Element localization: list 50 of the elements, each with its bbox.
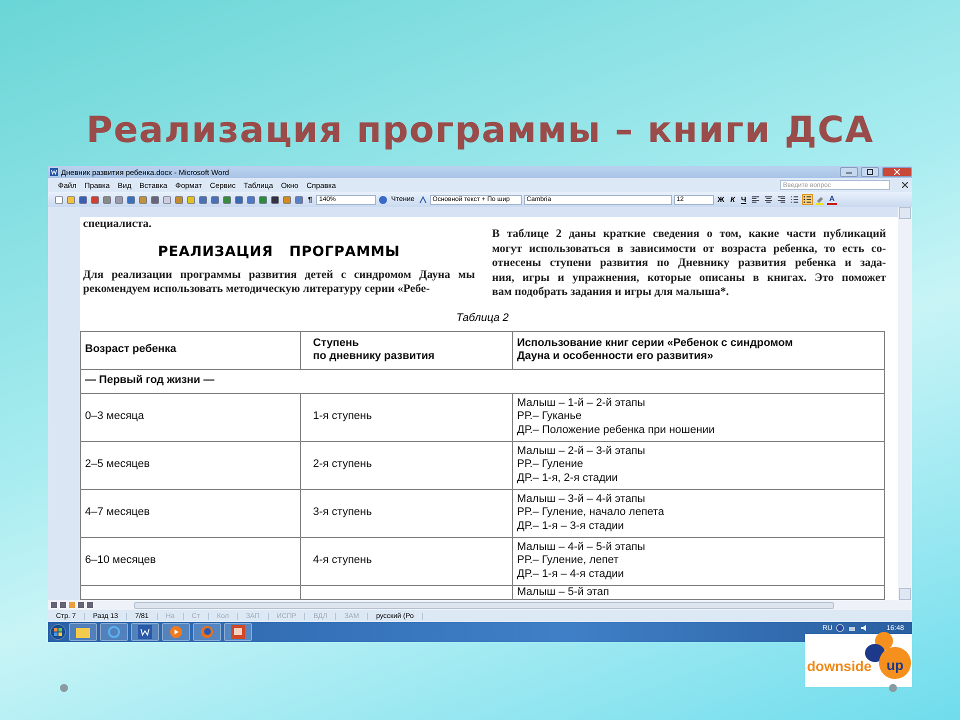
- table-cell: 3-я ступень: [300, 489, 512, 537]
- table-cell: 4-я ступень: [300, 537, 512, 585]
- folder-taskbar-button[interactable]: [69, 623, 97, 641]
- minimize-icon[interactable]: [846, 170, 852, 174]
- minimize-button[interactable]: [840, 167, 858, 177]
- presentation-taskbar-button[interactable]: [224, 623, 252, 641]
- align-left-button[interactable]: [750, 194, 762, 205]
- slide-dot: [889, 684, 897, 692]
- table-cell: Малыш – 2-й – 3-й этапы РР.– Гуление ДР.– 1-я, 2-я стадии: [512, 441, 884, 489]
- slide-title: Реализация программы – книги ДСА: [85, 109, 875, 153]
- volume-icon[interactable]: [860, 624, 868, 632]
- section-heading: РЕАЛИЗАЦИЯ ПРОГРАММЫ: [156, 244, 402, 260]
- close-icon[interactable]: [902, 182, 908, 188]
- maximize-icon[interactable]: [867, 169, 873, 175]
- downside-up-logo: downside up: [805, 634, 912, 687]
- horizontal-scrollbar[interactable]: [134, 602, 834, 608]
- column-header: Ступень по дневнику развития: [300, 331, 512, 369]
- table-cell: 2-я ступень: [300, 441, 512, 489]
- paragraph: Для реализации программы развития детей с синдромом Дауна мы рекомендуем использовать методическую литературу серии «Ребе-: [83, 268, 475, 296]
- align-center-button[interactable]: [763, 194, 774, 205]
- bullets-button[interactable]: [802, 194, 814, 205]
- word-taskbar-button[interactable]: [131, 623, 159, 641]
- table-cell: 6–10 месяцев: [80, 537, 300, 585]
- vertical-scrollbar[interactable]: [898, 207, 912, 600]
- table-cell: 0–3 месяца: [80, 393, 300, 441]
- word-icon[interactable]: [138, 625, 152, 639]
- help-icon[interactable]: [836, 624, 844, 632]
- table-cell: Малыш – 4-й – 5-й этапы РР.– Гуление, лепет ДР.– 1-я – 4-я стадии: [512, 537, 884, 585]
- close-button[interactable]: [882, 167, 912, 177]
- play-icon[interactable]: [169, 625, 183, 639]
- start-button[interactable]: [50, 624, 66, 640]
- slide-dot: [60, 684, 68, 692]
- maximize-button[interactable]: [861, 167, 879, 177]
- paragraph: В таблице 2 даны краткие сведения о том, какие части публикаций могут использоваться в зависимости от возраста ребенка, то есть со- отнесены ступени развития по Дневнику развития ребенка и зада- ния, игры и упражнения, которые описаны в книгах. Это поможет вам подобрать задания и игры для малыша*.: [492, 227, 886, 300]
- column-header: Использование книг серии «Ребенок с синдромом Дауна и особенности его развития»: [512, 331, 884, 369]
- column-header: Возраст ребенка: [80, 331, 300, 369]
- paragraph: специалиста.: [83, 217, 153, 232]
- firefox-taskbar-button[interactable]: [193, 623, 221, 641]
- table-cell: 2–5 месяцев: [80, 441, 300, 489]
- table-cell: 1-я ступень: [300, 393, 512, 441]
- slide-icon[interactable]: [231, 625, 245, 639]
- numbering-button[interactable]: [789, 194, 800, 205]
- align-right-button[interactable]: [776, 194, 788, 205]
- table-caption: Таблица 2: [455, 312, 510, 324]
- word-icon: [50, 168, 58, 176]
- help-icon[interactable]: [378, 194, 388, 204]
- table-cell: 4–7 месяцев: [80, 489, 300, 537]
- table-cell: Малыш – 1-й – 2-й этапы РР.– Гуканье ДР.– Положение ребенка при ношении: [512, 393, 884, 441]
- section-row: — Первый год жизни —: [80, 369, 884, 393]
- table-cell: Малыш – 3-й – 4-й этапы РР.– Гуление, начало лепета ДР.– 1-я – 3-я стадии: [512, 489, 884, 537]
